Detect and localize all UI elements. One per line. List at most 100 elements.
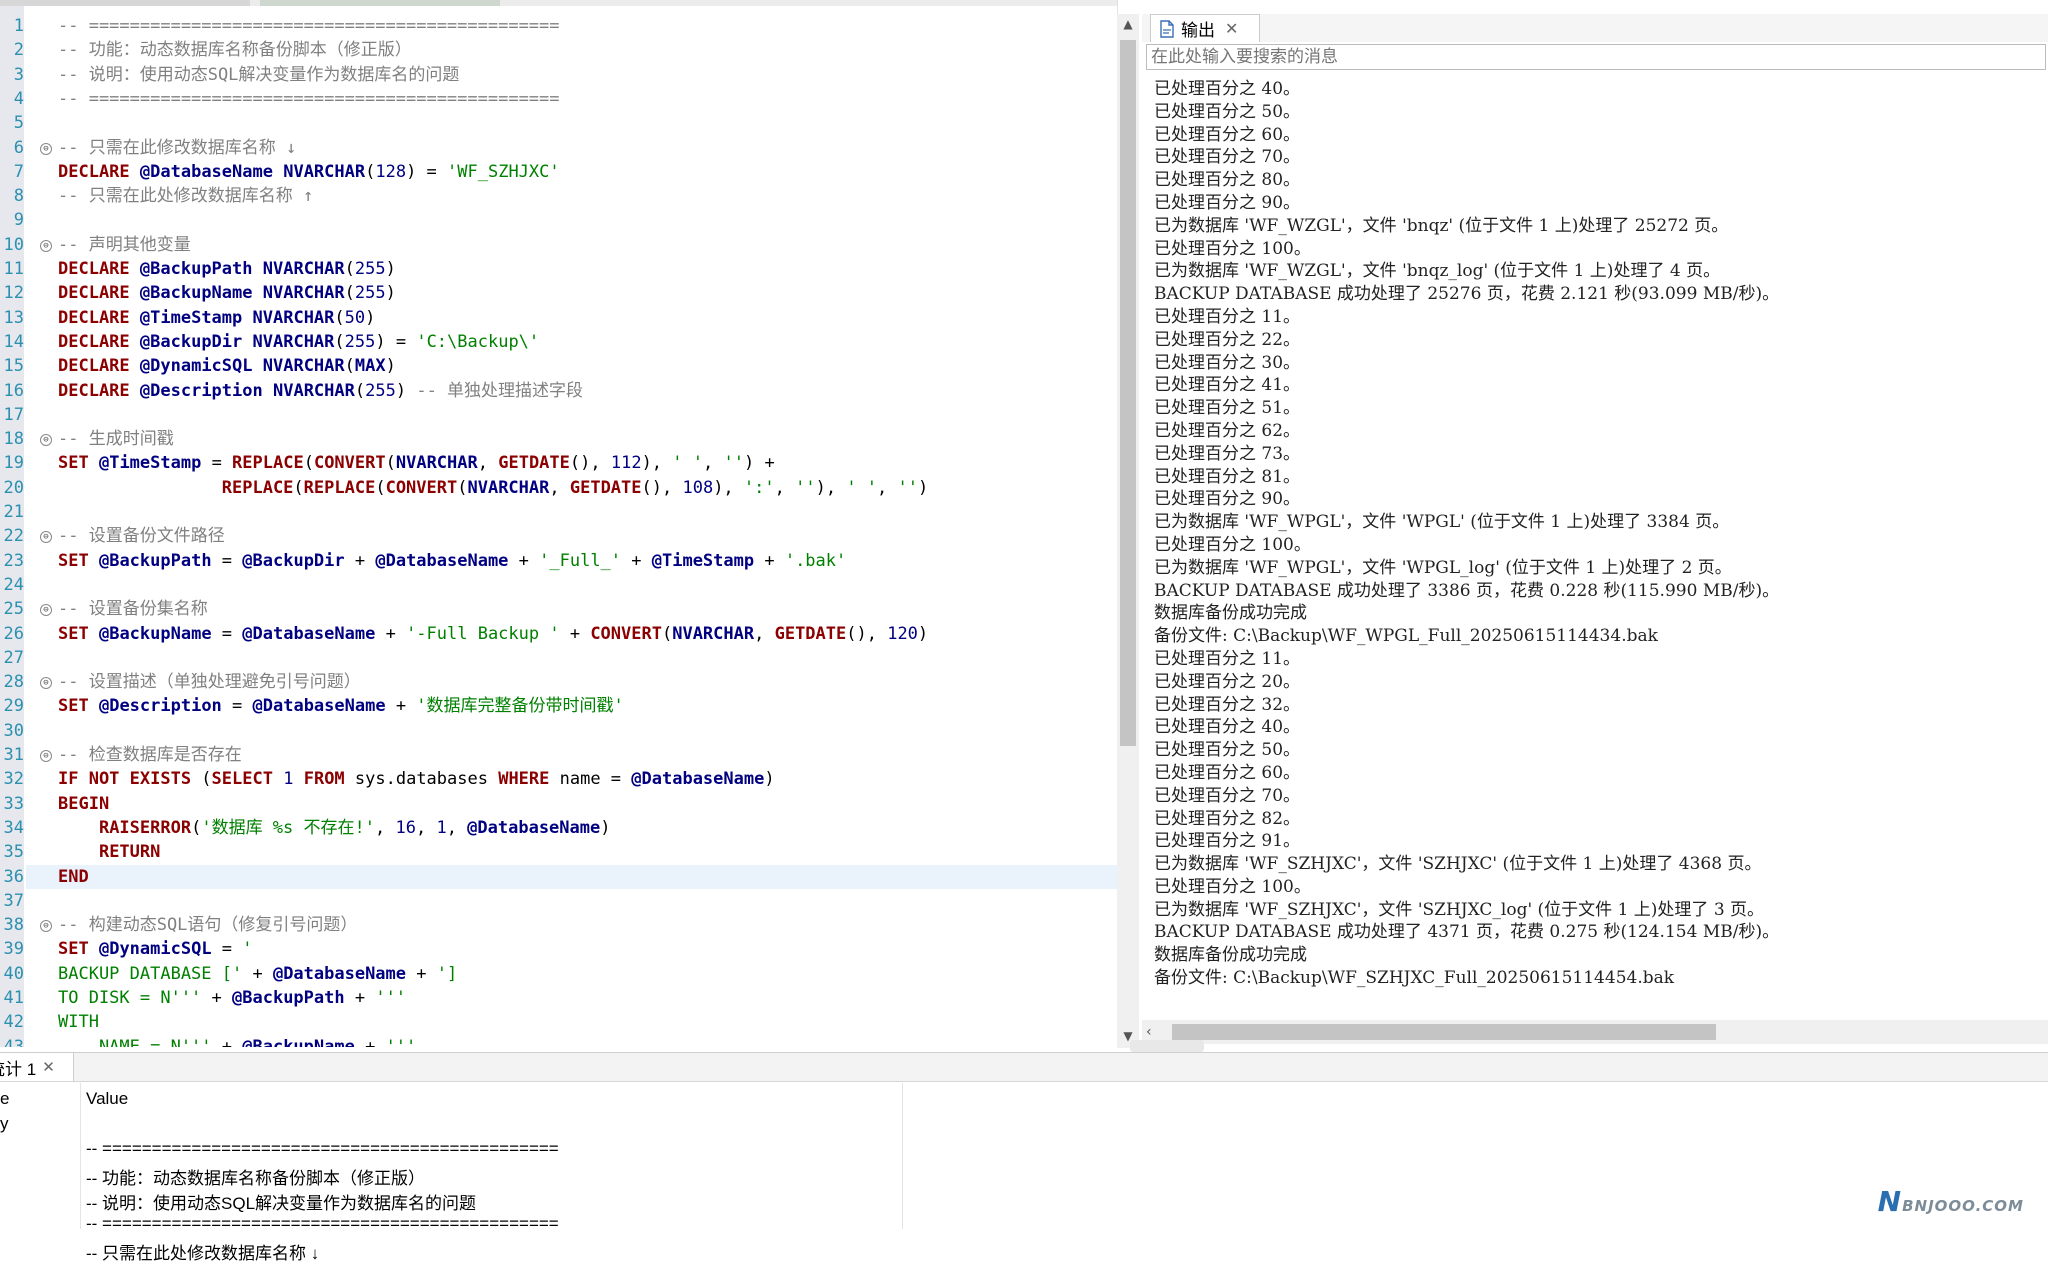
code-line[interactable]: SET @TimeStamp = REPLACE(CONVERT(NVARCHA… [58,451,775,475]
code-line[interactable]: -- 设置备份集名称 [58,597,208,621]
tab-output[interactable]: 输出 ✕ [1150,14,1260,42]
code-line[interactable]: -- 功能：动态数据库名称备份脚本（修正版） [58,38,412,62]
collapse-icon[interactable]: ⊖ [40,920,52,933]
code-line[interactable]: RAISERROR('数据库 %s 不存在!', 16, 1, @Databas… [58,816,611,840]
code-line[interactable]: -- 只需在此处修改数据库名称 ↑ [58,184,313,208]
code-line[interactable]: -- 只需在此修改数据库名称 ↓ [58,136,296,160]
code-line[interactable]: -- 声明其他变量 [58,233,191,257]
output-message-line: 已处理百分之 100。 [1154,238,1311,259]
editor-vertical-scrollbar[interactable]: ▲ ▼ [1117,14,1139,1048]
scroll-thumb[interactable] [1120,40,1136,746]
code-line[interactable]: DECLARE @DynamicSQL NVARCHAR(MAX) [58,354,396,378]
line-number: 4 [13,88,24,109]
line-number: 1 [13,16,24,36]
grid-row-value[interactable]: -- 说明：使用动态SQL解决变量作为数据库名的问题 [86,1189,476,1214]
output-message-line: 已处理百分之 90。 [1154,192,1301,213]
output-message-line: 已为数据库 'WF_WPGL'，文件 'WPGL' (位于文件 1 上)处理了 … [1154,512,1730,533]
scroll-thumb[interactable] [1172,1024,1716,1040]
line-number: 36 [3,866,24,887]
code-line[interactable]: -- =====================================… [58,14,560,38]
output-message-line: 已为数据库 'WF_WZGL'，文件 'bnqz' (位于文件 1 上)处理了 … [1154,215,1729,236]
line-number: 33 [3,793,24,814]
code-line[interactable]: DECLARE @TimeStamp NVARCHAR(50) [58,306,375,330]
code-line[interactable]: BEGIN [58,792,109,816]
output-message-line: 已处理百分之 70。 [1154,785,1301,806]
grid-row-value[interactable]: -- =====================================… [86,1139,559,1159]
sql-editor[interactable]: 1 2 3 4 5 6 7 8 9 10 11 12 13 14 15 16 17 18 19 20 21 22 23 24 2… [0,0,1118,1047]
collapse-icon[interactable]: ⊖ [40,142,52,155]
code-line[interactable]: -- 构建动态SQL语句（修复引号问题） [58,913,357,937]
tab-statistics[interactable]: 统计 1 ✕ [0,1053,74,1081]
code-line[interactable]: -- 说明：使用动态SQL解决变量作为数据库名的问题 [58,63,459,87]
line-number: 2 [13,40,24,61]
code-line[interactable]: REPLACE(REPLACE(CONVERT(NVARCHAR, GETDAT… [58,476,928,500]
code-line[interactable]: -- =====================================… [58,87,560,111]
code-line[interactable]: BACKUP DATABASE [' + @DatabaseName + '] [58,962,457,986]
output-message-line: 已处理百分之 100。 [1154,876,1311,897]
collapse-icon[interactable]: ⊖ [40,677,52,690]
output-message-line: 已处理百分之 50。 [1154,740,1301,761]
grid-row-value[interactable]: -- 只需在此处修改数据库名称 ↓ [86,1239,319,1264]
output-message-line: 已处理百分之 51。 [1154,398,1301,419]
code-line[interactable]: IF NOT EXISTS (SELECT 1 FROM sys.databas… [58,767,775,791]
grid-row-value[interactable]: -- 功能：动态数据库名称备份脚本（修正版） [86,1164,425,1189]
code-line[interactable]: -- 设置描述（单独处理避免引号问题） [58,670,361,694]
collapse-icon[interactable]: ⊖ [40,239,52,252]
code-line[interactable]: SET @BackupName = @DatabaseName + '-Full… [58,622,928,646]
code-line[interactable]: RETURN [58,840,160,864]
watermark-text: BNJOOO.COM [1902,1197,2024,1215]
code-line[interactable]: SET @DynamicSQL = ' [58,937,253,961]
code-line[interactable]: -- 检查数据库是否存在 [58,743,242,767]
collapse-icon[interactable]: ⊖ [40,434,52,447]
code-line[interactable]: NAME = N''' + @BackupName + ''' [58,1035,416,1047]
line-number: 19 [3,453,24,474]
code-line[interactable]: TO DISK = N''' + @BackupPath + ''' [58,986,406,1010]
output-message-line: 数据库备份成功完成 [1154,945,1307,966]
code-line[interactable]: END [58,865,89,889]
scroll-up-icon[interactable]: ▲ [1117,14,1139,34]
output-message-line: BACKUP DATABASE 成功处理了 3386 页，花费 0.228 秒(… [1154,580,1780,601]
document-icon [1160,19,1174,38]
code-line[interactable]: -- 生成时间戳 [58,427,174,451]
code-line[interactable]: SET @BackupPath = @BackupDir + @Database… [58,549,846,573]
line-number: 42 [3,1012,24,1033]
output-message-line: 已处理百分之 60。 [1154,124,1301,145]
line-number: 29 [3,696,24,717]
output-message-line: 已处理百分之 90。 [1154,489,1301,510]
code-line[interactable]: WITH [58,1010,99,1034]
code-line[interactable]: DECLARE @DatabaseName NVARCHAR(128) = 'W… [58,160,560,184]
output-message-line: BACKUP DATABASE 成功处理了 25276 页，花费 2.121 秒… [1154,284,1780,305]
output-message-line: 已处理百分之 60。 [1154,762,1301,783]
line-number: 41 [3,988,24,1008]
line-number: 34 [3,817,24,838]
code-line[interactable]: DECLARE @BackupName NVARCHAR(255) [58,281,396,305]
editor-tab-strip [0,0,1117,6]
line-number: 13 [3,307,24,328]
line-number: 28 [3,672,24,693]
close-icon[interactable]: ✕ [42,1058,55,1076]
output-message-line: 已处理百分之 81。 [1154,466,1301,487]
current-line-highlight [26,864,1117,889]
code-line[interactable]: DECLARE @Description NVARCHAR(255) -- 单独… [58,379,583,403]
splitter-handle[interactable] [1130,1040,1204,1052]
line-number: 6 [13,137,24,158]
output-tab-bar: 输出 ✕ [1142,14,2048,42]
output-message-line: 已处理百分之 80。 [1154,170,1301,191]
close-icon[interactable]: ✕ [1225,19,1238,39]
code-line[interactable]: DECLARE @BackupPath NVARCHAR(255) [58,257,396,281]
collapse-icon[interactable]: ⊖ [40,750,52,762]
collapse-icon[interactable]: ⊖ [40,531,52,544]
line-number: 17 [3,404,24,425]
code-line[interactable]: DECLARE @BackupDir NVARCHAR(255) = 'C:\B… [58,330,539,354]
message-search-input[interactable] [1146,44,2046,70]
collapse-icon[interactable]: ⊖ [40,604,52,617]
grid-row-value[interactable]: -- =====================================… [86,1214,559,1234]
output-message-line: 备份文件: C:\Backup\WF_WPGL_Full_20250615114… [1154,626,1658,647]
output-horizontal-scrollbar[interactable]: ‹ [1142,1020,2048,1044]
code-line[interactable]: -- 设置备份文件路径 [58,524,225,548]
code-line[interactable]: SET @Description = @DatabaseName + '数据库完… [58,694,624,718]
grid-row-name[interactable]: e [0,1089,80,1109]
grid-row-name[interactable]: y [0,1114,80,1134]
line-number: 22 [3,526,24,547]
column-header-value[interactable]: Value [86,1089,128,1109]
